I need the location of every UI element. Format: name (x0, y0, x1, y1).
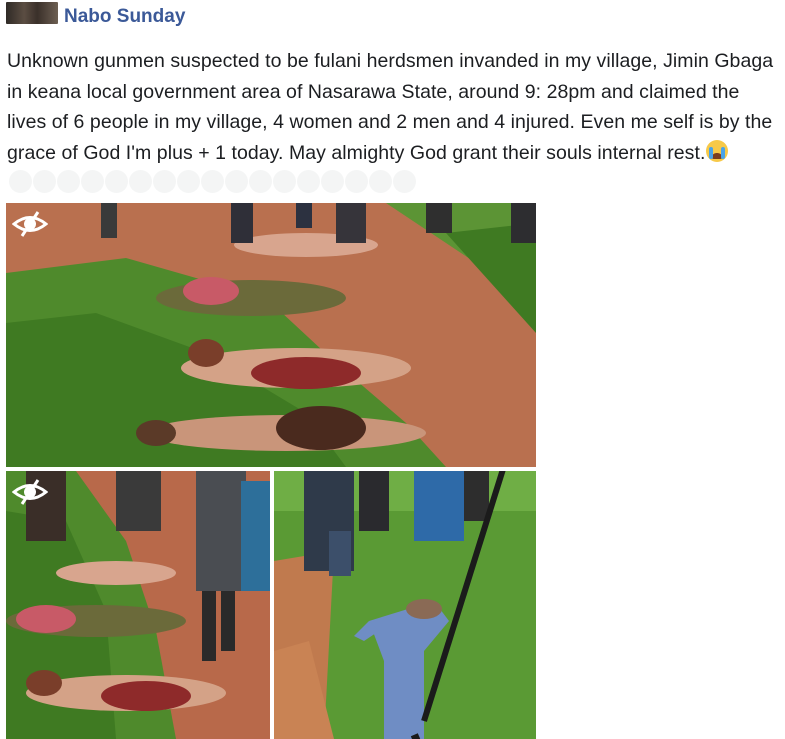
post-body: Unknown gunmen suspected to be fulani he… (7, 46, 777, 203)
blank-emoji-icon (345, 170, 368, 193)
blank-emoji-icon (105, 170, 128, 193)
blank-emoji-icon (225, 170, 248, 193)
blank-emoji-icon (177, 170, 200, 193)
avatar[interactable] (6, 2, 58, 24)
blank-emoji-icon (57, 170, 80, 193)
photo-bodies-closeup[interactable] (6, 471, 270, 739)
photo-1-image (6, 203, 536, 467)
blank-emoji-icon (9, 170, 32, 193)
photo-3-image (274, 471, 536, 739)
blank-emoji-icon (81, 170, 104, 193)
blank-emoji-icon (201, 170, 224, 193)
blank-emoji-icon (33, 170, 56, 193)
blank-emoji-icon (249, 170, 272, 193)
crying-face-icon (706, 139, 729, 162)
blank-emoji-icon (369, 170, 392, 193)
photo-man-on-grass[interactable] (274, 471, 536, 739)
blank-emoji-icon (393, 170, 416, 193)
post-text: Unknown gunmen suspected to be fulani he… (7, 50, 774, 164)
photo-2-image (6, 471, 270, 739)
blank-emoji-icon (129, 170, 152, 193)
blank-emoji-row (9, 170, 417, 203)
blank-emoji-icon (153, 170, 176, 193)
photo-bodies-on-path[interactable] (6, 203, 536, 467)
author-name[interactable]: Nabo Sunday (64, 6, 185, 28)
blank-emoji-icon (273, 170, 296, 193)
blank-emoji-icon (321, 170, 344, 193)
post-header: Nabo Sunday (0, 0, 785, 34)
eye-slash-icon[interactable] (12, 209, 48, 239)
eye-slash-icon[interactable] (12, 477, 48, 507)
blank-emoji-icon (297, 170, 320, 193)
